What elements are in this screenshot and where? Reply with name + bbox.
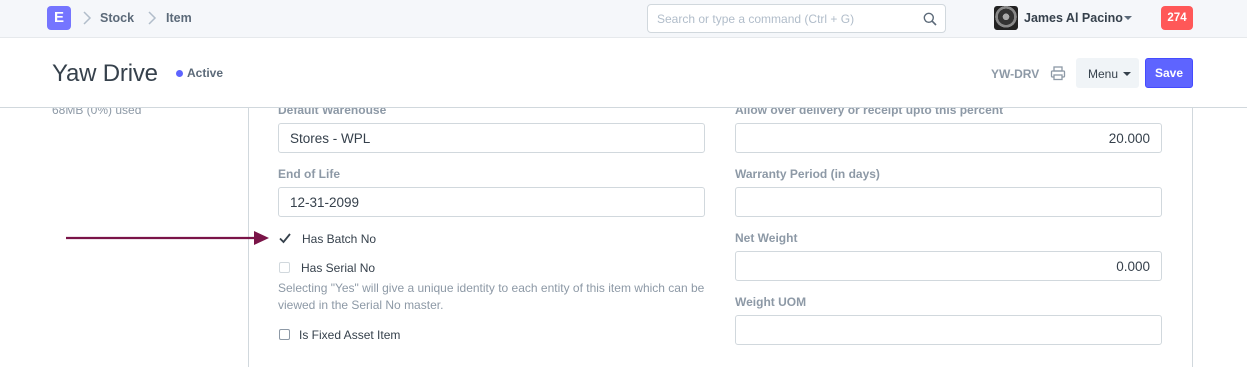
- has-batch-no-checkbox[interactable]: [278, 231, 292, 245]
- user-menu-name[interactable]: James Al Pacino: [1024, 11, 1123, 25]
- app-logo[interactable]: E: [47, 6, 71, 30]
- over-delivery-value: 20.000: [1108, 131, 1150, 146]
- is-fixed-asset-checkbox[interactable]: [279, 329, 290, 340]
- search-input[interactable]: [657, 11, 917, 27]
- navbar: E Stock Item James Al Pacino 274: [0, 0, 1247, 38]
- has-batch-no-label[interactable]: Has Batch No: [302, 232, 376, 246]
- breadcrumb-item[interactable]: Item: [166, 11, 192, 25]
- breadcrumb-stock[interactable]: Stock: [100, 11, 134, 25]
- caret-down-icon[interactable]: [1124, 16, 1132, 20]
- is-fixed-asset-label[interactable]: Is Fixed Asset Item: [299, 328, 400, 342]
- search-bar[interactable]: [647, 4, 946, 33]
- page-title: Yaw Drive: [52, 60, 158, 87]
- weight-uom-field[interactable]: [735, 315, 1162, 345]
- weight-uom-label: Weight UOM: [735, 295, 807, 309]
- chevron-right-icon: [83, 11, 92, 25]
- end-of-life-label: End of Life: [278, 167, 340, 181]
- print-icon[interactable]: [1050, 65, 1066, 81]
- menu-button-label: Menu: [1088, 67, 1119, 81]
- search-icon[interactable]: [923, 12, 937, 26]
- notification-badge[interactable]: 274: [1161, 6, 1193, 30]
- status-indicator-dot: [176, 70, 183, 77]
- end-of-life-value: 12-31-2099: [290, 195, 360, 210]
- page-head: Yaw Drive Active YW-DRV Menu Save: [0, 39, 1247, 108]
- default-warehouse-field[interactable]: Stores - WPL: [278, 123, 705, 153]
- warranty-period-label: Warranty Period (in days): [735, 167, 880, 181]
- caret-down-icon: [1123, 72, 1131, 76]
- chevron-right-icon: [148, 11, 157, 25]
- default-warehouse-value: Stores - WPL: [290, 131, 371, 146]
- warranty-period-field[interactable]: [735, 187, 1162, 217]
- over-delivery-field[interactable]: 20.000: [735, 123, 1162, 153]
- user-avatar[interactable]: [994, 6, 1018, 30]
- status-badge: Active: [187, 66, 224, 80]
- serial-no-help-text: Selecting "Yes" will give a unique ident…: [278, 281, 705, 312]
- save-button[interactable]: Save: [1145, 58, 1193, 88]
- menu-button[interactable]: Menu: [1076, 58, 1139, 88]
- has-serial-no-label[interactable]: Has Serial No: [301, 261, 375, 275]
- net-weight-label: Net Weight: [735, 231, 798, 245]
- end-of-life-field[interactable]: 12-31-2099: [278, 187, 705, 217]
- document-name: YW-DRV: [991, 67, 1040, 81]
- net-weight-value: 0.000: [1116, 259, 1150, 274]
- has-serial-no-checkbox[interactable]: [279, 262, 290, 273]
- annotation-arrow-icon: [66, 231, 269, 245]
- net-weight-field[interactable]: 0.000: [735, 251, 1162, 281]
